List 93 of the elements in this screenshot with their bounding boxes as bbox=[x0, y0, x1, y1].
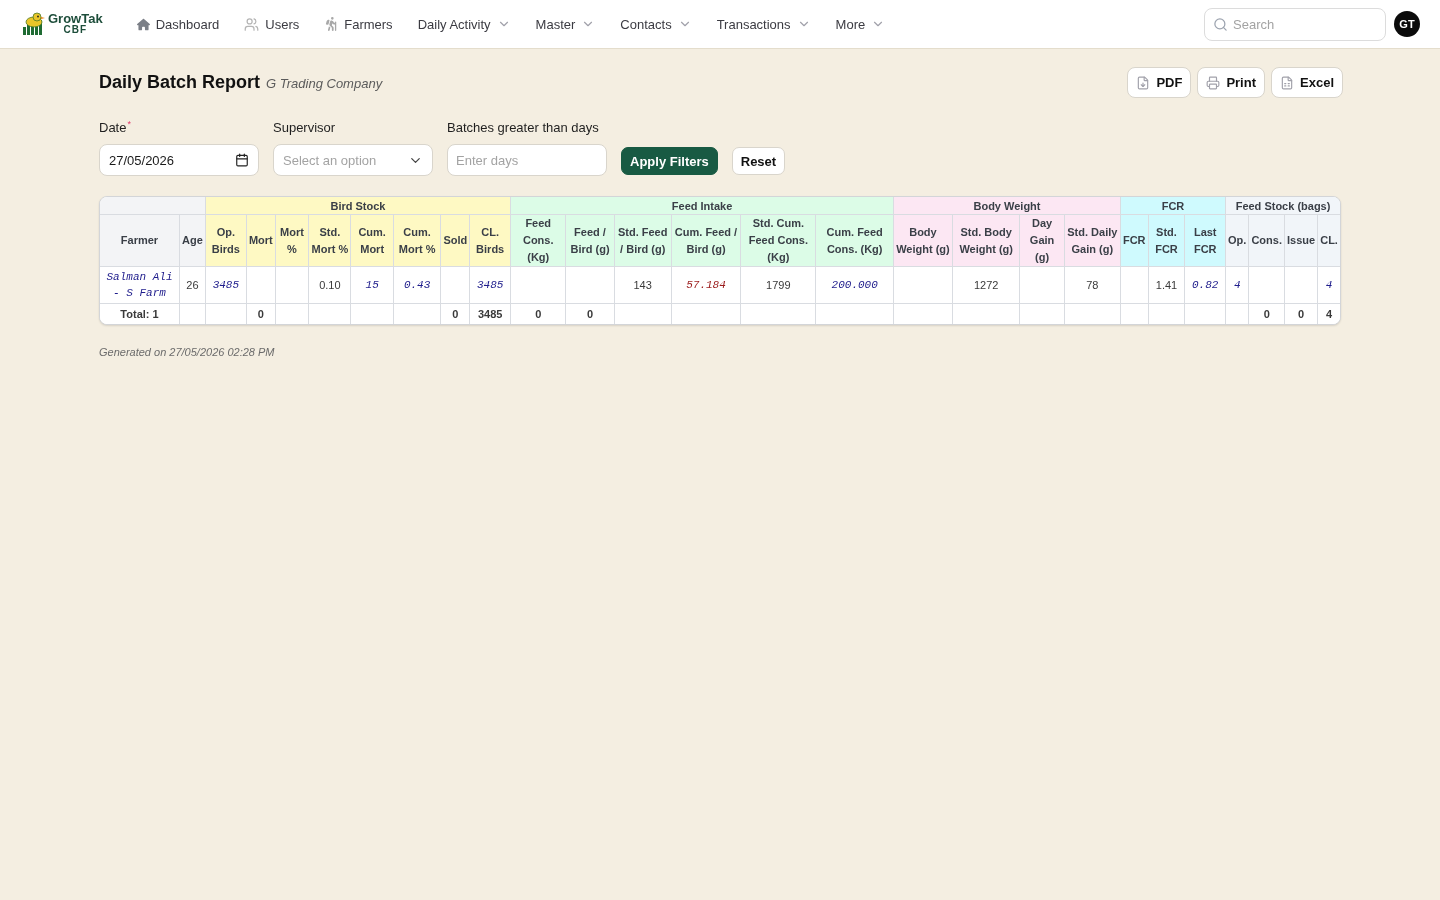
table-cell: 1272 bbox=[952, 267, 1021, 304]
table-cell: 57.184 bbox=[671, 267, 742, 304]
nav-menu[interactable]: Master bbox=[535, 12, 596, 36]
column-group-header: Body Weight bbox=[894, 197, 1121, 215]
column-group-header: Bird Stock bbox=[205, 197, 512, 215]
column-header: Feed Cons. (Kg) bbox=[511, 215, 567, 267]
search-icon bbox=[1213, 16, 1228, 32]
column-header: Mort % bbox=[275, 215, 310, 267]
field-label: Supervisor bbox=[273, 120, 336, 135]
field-label: Date bbox=[99, 120, 127, 135]
table-cell: 0 bbox=[441, 304, 471, 324]
table-cell: 0 bbox=[566, 304, 615, 324]
column-header: Day Gain (g) bbox=[1020, 215, 1065, 267]
brand-name: GrowTak bbox=[48, 13, 103, 24]
apply-button[interactable]: Apply Filters bbox=[621, 147, 718, 175]
table-cell: 0 bbox=[511, 304, 567, 324]
column-header: Std. Mort % bbox=[309, 215, 352, 267]
table-cell: 1.41 bbox=[1148, 267, 1186, 304]
table-cell: 4 bbox=[1318, 267, 1340, 304]
column-header: Std. Cum. Feed Cons. (Kg) bbox=[741, 215, 817, 267]
column-header: Issue bbox=[1284, 215, 1319, 267]
export-button[interactable]: Print bbox=[1197, 67, 1265, 98]
nav-menu[interactable]: Daily Activity bbox=[417, 12, 511, 36]
nav-link[interactable]: Dashboard bbox=[136, 12, 220, 36]
column-header: CL. Birds bbox=[470, 215, 512, 267]
table-cell: 0.43 bbox=[393, 267, 442, 304]
column-header: Age bbox=[180, 215, 206, 267]
table-cell: 0.10 bbox=[309, 267, 352, 304]
nav-link[interactable]: Farmers bbox=[324, 12, 393, 36]
column-header: Cum. Feed / Bird (g) bbox=[671, 215, 742, 267]
export-button[interactable]: Excel bbox=[1271, 67, 1343, 98]
column-header: Op. Birds bbox=[205, 215, 247, 267]
column-header: Std. Body Weight (g) bbox=[952, 215, 1021, 267]
table-cell: 15 bbox=[351, 267, 394, 304]
column-header: Op. bbox=[1226, 215, 1250, 267]
hiker-icon bbox=[324, 17, 339, 31]
nav-menu[interactable]: Contacts bbox=[620, 12, 692, 36]
column-group-header: Feed Intake bbox=[511, 197, 894, 215]
table-cell: 3485 bbox=[470, 267, 512, 304]
table-cell: 1799 bbox=[741, 267, 817, 304]
file-download-icon bbox=[1136, 75, 1151, 90]
table-cell: 0 bbox=[1284, 304, 1319, 324]
calendar-icon bbox=[235, 153, 249, 167]
column-header: Feed / Bird (g) bbox=[566, 215, 615, 267]
table-cell: 3485 bbox=[470, 304, 512, 324]
table-cell: Salman Ali - S Farm bbox=[100, 267, 180, 304]
column-header: FCR bbox=[1120, 215, 1149, 267]
nav-link[interactable]: Users bbox=[244, 12, 300, 36]
logo-icon bbox=[22, 12, 46, 36]
column-header: Cum. Mort bbox=[351, 215, 394, 267]
table-cell: 200.000 bbox=[816, 267, 894, 304]
column-header: Body Weight (g) bbox=[894, 215, 953, 267]
search-field[interactable]: Search bbox=[1204, 7, 1386, 41]
column-group-header: Feed Stock (bags) bbox=[1226, 197, 1340, 215]
table-cell: 4 bbox=[1318, 304, 1340, 324]
reset-button[interactable]: Reset bbox=[731, 147, 786, 175]
table-cell: 0.82 bbox=[1185, 267, 1227, 304]
table-cell: 0 bbox=[246, 304, 276, 324]
printer-icon bbox=[1206, 75, 1221, 90]
table-cell: 143 bbox=[614, 267, 672, 304]
nav-menu[interactable]: Transactions bbox=[716, 12, 811, 36]
column-group-header: FCR bbox=[1120, 197, 1227, 215]
page-title: Daily Batch Report bbox=[99, 72, 261, 93]
column-header: Cum. Mort % bbox=[393, 215, 442, 267]
required-mark: * bbox=[127, 120, 131, 129]
table-cell: 0 bbox=[1249, 304, 1285, 324]
column-header: Std. Daily Gain (g) bbox=[1064, 215, 1121, 267]
table-cell: 78 bbox=[1064, 267, 1121, 304]
column-header: Cum. Feed Cons. (Kg) bbox=[816, 215, 894, 267]
table-cell: Total: 1 bbox=[100, 304, 180, 324]
generated-note: Generated on 27/05/2026 02:28 PM bbox=[99, 346, 276, 358]
days-field[interactable]: Enter days bbox=[447, 144, 607, 176]
company-name: G Trading Company bbox=[266, 76, 383, 91]
home-icon bbox=[136, 17, 150, 31]
date-field[interactable]: 27/05/2026 bbox=[99, 144, 259, 176]
column-header: Mort bbox=[246, 215, 276, 267]
brand-subtitle: CBF bbox=[63, 24, 88, 35]
table-cell: 3485 bbox=[205, 267, 247, 304]
nav-menu[interactable]: More bbox=[835, 12, 886, 36]
export-button[interactable]: PDF bbox=[1127, 67, 1192, 98]
avatar[interactable]: GT bbox=[1394, 11, 1420, 37]
field-label: Batches greater than days bbox=[447, 120, 599, 135]
spreadsheet-icon bbox=[1280, 75, 1294, 90]
column-header: Sold bbox=[441, 215, 471, 267]
table-cell: 4 bbox=[1226, 267, 1250, 304]
column-header: CL. bbox=[1318, 215, 1340, 267]
column-header: Farmer bbox=[100, 215, 180, 267]
column-header: Cons. bbox=[1249, 215, 1285, 267]
column-header: Std. FCR bbox=[1148, 215, 1186, 267]
column-header: Std. Feed / Bird (g) bbox=[614, 215, 672, 267]
column-header: Last FCR bbox=[1185, 215, 1227, 267]
table-cell: 26 bbox=[180, 267, 206, 304]
users-icon bbox=[244, 16, 260, 32]
